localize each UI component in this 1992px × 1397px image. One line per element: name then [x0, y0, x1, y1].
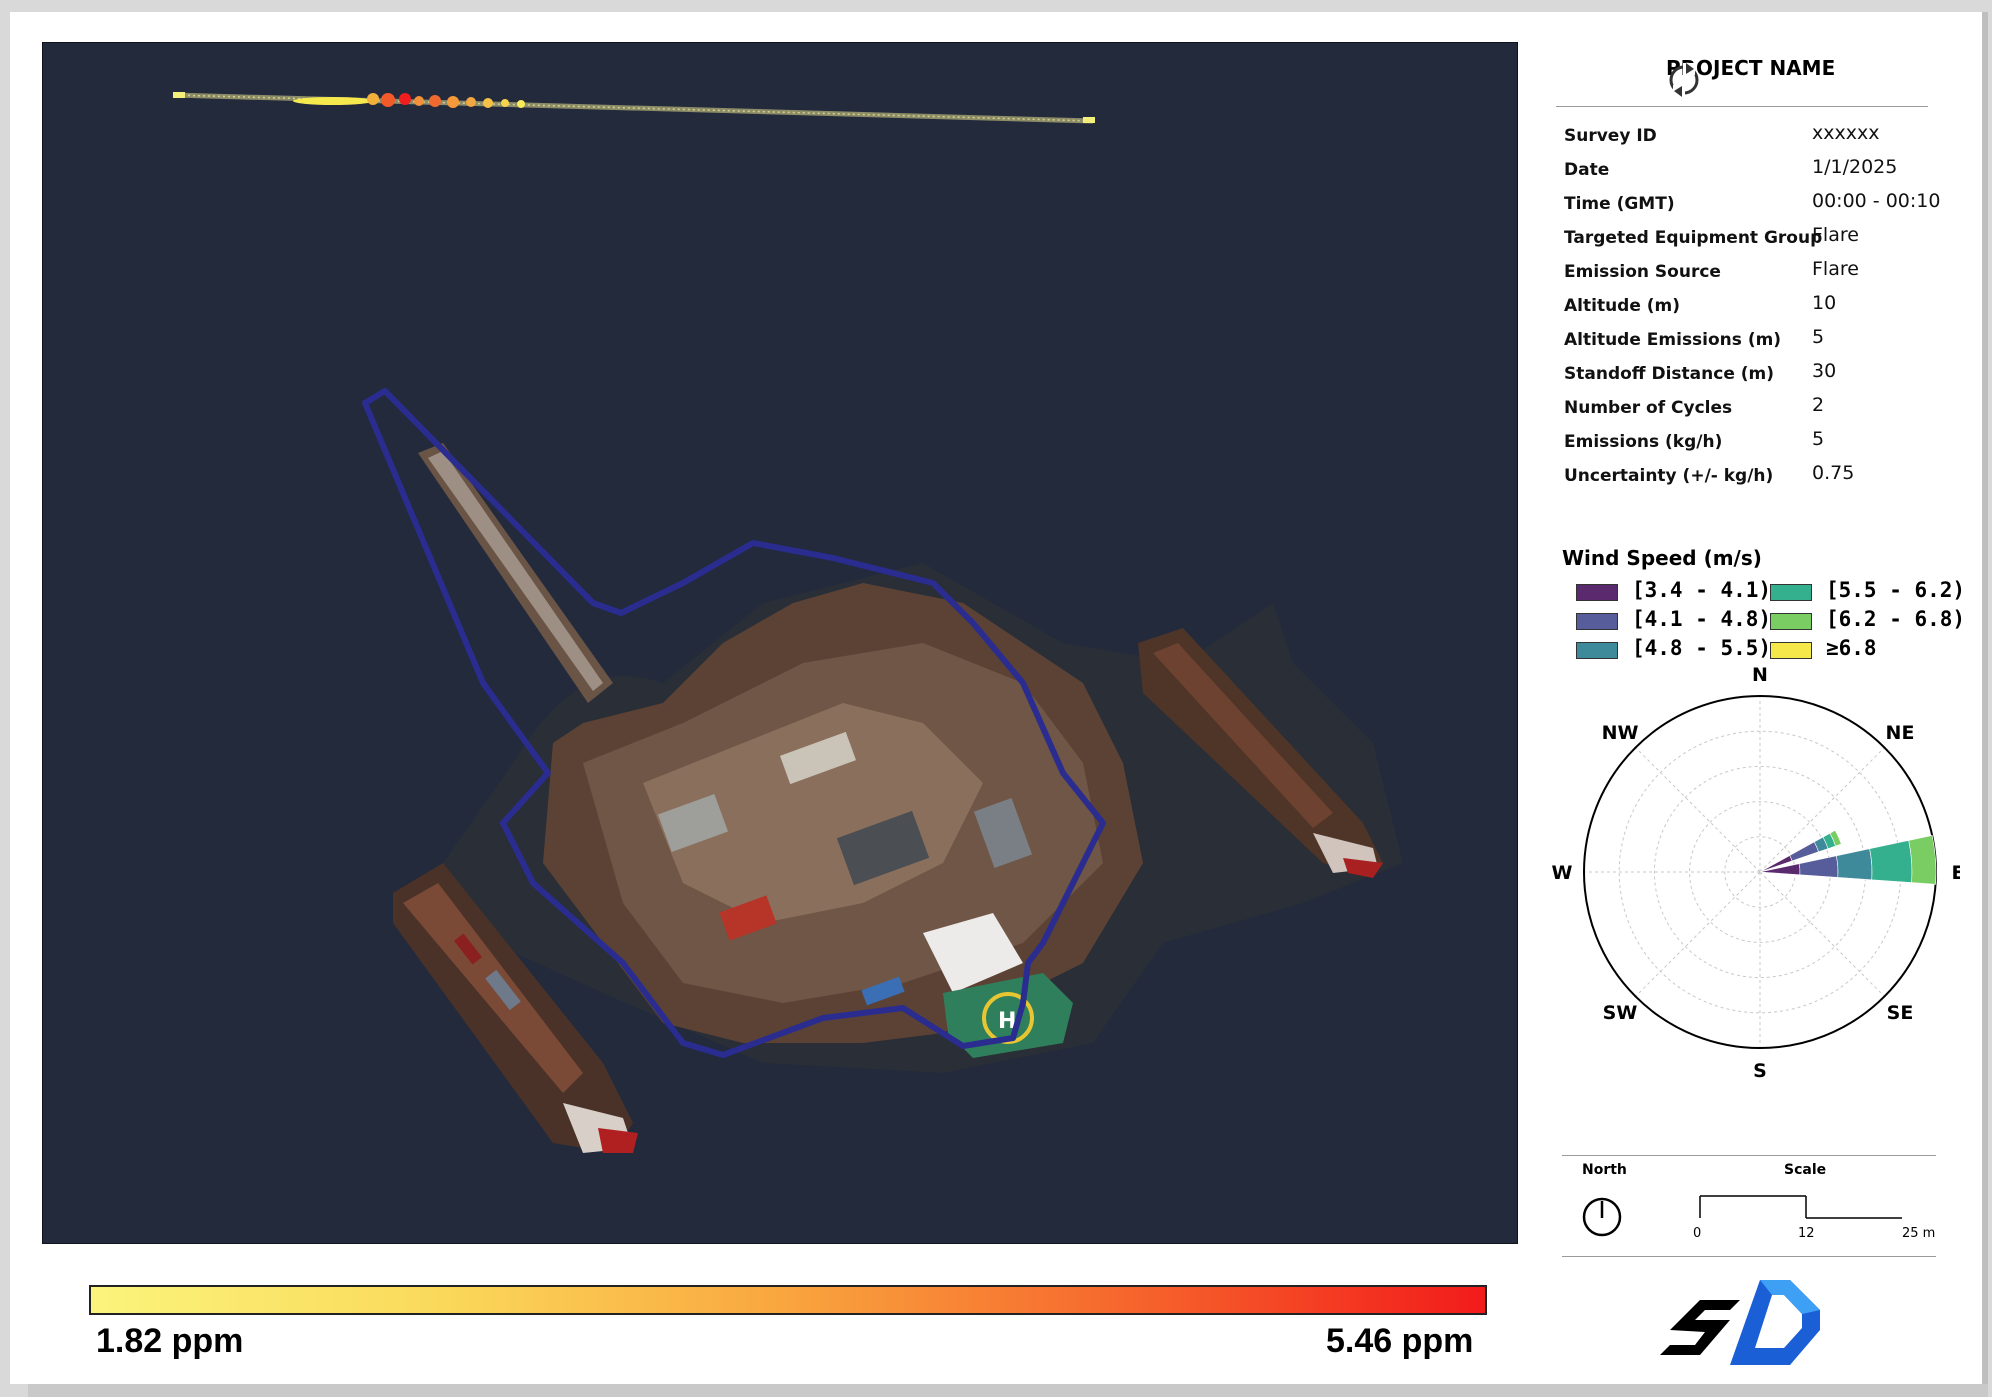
legend-swatch	[1770, 584, 1812, 601]
aerial-map[interactable]: H	[42, 42, 1518, 1244]
info-row: Emission Source Flare	[1564, 258, 1964, 292]
legend-swatch	[1576, 584, 1618, 601]
scale-tick-2: 25 m	[1902, 1226, 1936, 1241]
legend-label: [3.4 - 4.1)	[1632, 578, 1772, 602]
rose-bar-e-5	[1908, 835, 1937, 885]
rose-grid-spoke	[1635, 747, 1761, 873]
rose-direction-label: W	[1552, 862, 1573, 884]
rose-direction-label: SW	[1603, 1002, 1638, 1024]
info-value: Flare	[1812, 258, 1859, 280]
info-key: Altitude Emissions (m)	[1564, 330, 1782, 350]
info-key: Emission Source	[1564, 262, 1721, 282]
info-row: Altitude Emissions (m) 5	[1564, 326, 1964, 360]
rose-direction-label: NW	[1602, 722, 1639, 744]
scale-bar	[1699, 1195, 1902, 1219]
rose-bar-e-2	[1798, 855, 1839, 878]
info-row: Number of Cycles 2	[1564, 394, 1964, 428]
legend-swatch	[1576, 613, 1618, 630]
info-value: 10	[1812, 292, 1837, 314]
info-value: 00:00 - 00:10	[1812, 190, 1941, 212]
survey-info-table: Survey ID xxxxxx Date 1/1/2025 Time (GMT) 00:…	[1564, 122, 1964, 496]
colorbar-max-label: 5.46 ppm	[1326, 1322, 1474, 1360]
info-key: Altitude (m)	[1564, 296, 1681, 316]
info-value: xxxxxx	[1812, 122, 1880, 144]
info-row: Date 1/1/2025	[1564, 156, 1964, 190]
rose-direction-label: E	[1952, 862, 1960, 884]
info-value: 30	[1812, 360, 1837, 382]
info-value: Flare	[1812, 224, 1859, 246]
legend-swatch	[1770, 613, 1812, 630]
page-shadow-bottom	[28, 1384, 1988, 1397]
legend-label: [4.8 - 5.5)	[1632, 636, 1772, 660]
info-key: Number of Cycles	[1564, 398, 1733, 418]
legend-swatch	[1770, 642, 1812, 659]
scale-tick-1: 12	[1798, 1226, 1815, 1241]
info-row: Survey ID xxxxxx	[1564, 122, 1964, 156]
wind-rose: N NE E SE S SW W NW	[1552, 664, 1960, 1080]
legend-label: [6.2 - 6.8)	[1826, 607, 1966, 631]
map-canvas: H	[172, 92, 1403, 1153]
flare-boom	[418, 443, 613, 703]
legend-label: ≥6.8	[1826, 636, 1877, 660]
rose-bar-ene-2	[1789, 841, 1819, 862]
rose-direction-label: S	[1753, 1060, 1767, 1080]
info-row: Standoff Distance (m) 30	[1564, 360, 1964, 394]
info-row: Altitude (m) 10	[1564, 292, 1964, 326]
colorbar-min-label: 1.82 ppm	[96, 1322, 244, 1360]
rose-bar-e-3	[1835, 848, 1873, 881]
page-shadow-right	[1982, 12, 1988, 1384]
info-row: Uncertainty (+/- kg/h) 0.75	[1564, 462, 1964, 496]
info-value: 1/1/2025	[1812, 156, 1898, 178]
scale-label: Scale	[1784, 1162, 1827, 1178]
info-value: 0.75	[1812, 462, 1855, 484]
info-row: Emissions (kg/h) 5	[1564, 428, 1964, 462]
rose-direction-label: NE	[1886, 722, 1915, 744]
refresh-icon[interactable]	[1664, 60, 1704, 100]
legend-label: [5.5 - 6.2)	[1826, 578, 1966, 602]
rose-direction-label: SE	[1887, 1002, 1914, 1024]
info-key: Standoff Distance (m)	[1564, 364, 1775, 384]
rose-grid-spoke	[1759, 871, 1885, 997]
map-scale-box: North Scale 0 12 25 m	[1562, 1155, 1936, 1257]
info-value: 5	[1812, 326, 1825, 348]
flight-path	[172, 92, 1095, 124]
concentration-colorbar	[89, 1285, 1487, 1315]
scale-tick-0: 0	[1693, 1226, 1702, 1241]
info-key: Date	[1564, 160, 1610, 180]
north-arrow-icon	[1582, 1197, 1622, 1237]
wind-speed-title: Wind Speed (m/s)	[1562, 546, 1762, 570]
info-key: Emissions (kg/h)	[1564, 432, 1723, 452]
info-key: Uncertainty (+/- kg/h)	[1564, 466, 1774, 486]
report-header: PROJECT NAME	[1556, 56, 1928, 107]
legend-swatch	[1576, 642, 1618, 659]
info-value: 2	[1812, 394, 1825, 416]
rose-grid-spoke	[1635, 871, 1761, 997]
info-key: Time (GMT)	[1564, 194, 1675, 214]
north-label: North	[1582, 1162, 1627, 1178]
rose-bar-e-4	[1869, 840, 1913, 883]
info-row: Time (GMT) 00:00 - 00:10	[1564, 190, 1964, 224]
info-value: 5	[1812, 428, 1825, 450]
info-key: Targeted Equipment Group	[1564, 228, 1823, 248]
info-row: Targeted Equipment Group Flare	[1564, 224, 1964, 258]
sd-logo	[1660, 1280, 1820, 1365]
legend-label: [4.1 - 4.8)	[1632, 607, 1772, 631]
rose-direction-label: N	[1752, 664, 1768, 686]
info-key: Survey ID	[1564, 126, 1657, 146]
